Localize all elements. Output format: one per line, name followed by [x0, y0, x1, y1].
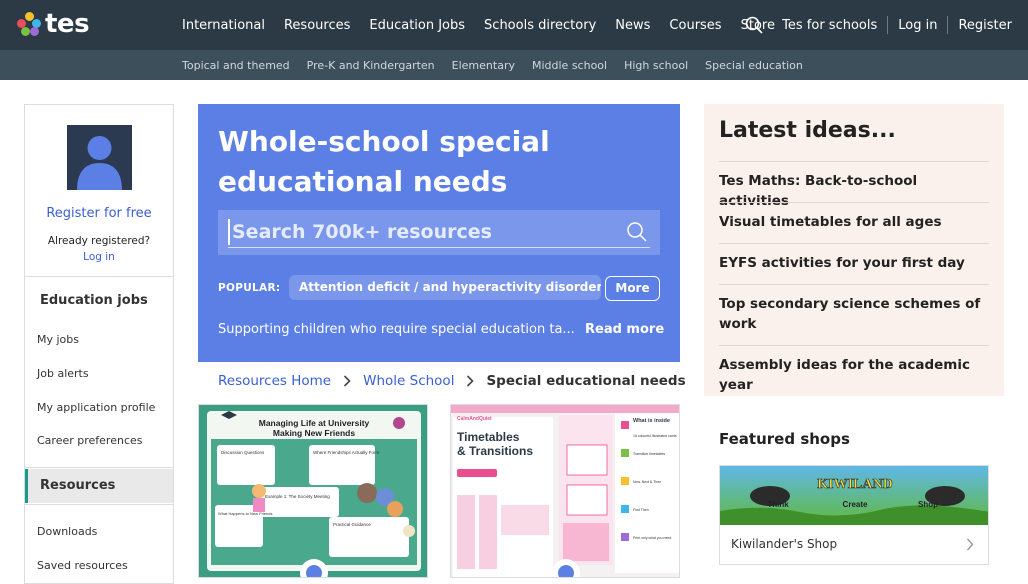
- divider: [25, 276, 173, 277]
- card-title-line1: Managing Life at University: [259, 418, 370, 428]
- register-free-link[interactable]: Register for free: [25, 206, 173, 221]
- shop-banner-word: Think: [767, 500, 789, 509]
- shop-banner-title: KIWILAND: [817, 477, 892, 492]
- idea-link[interactable]: Assembly ideas for the academic year: [719, 345, 989, 395]
- resource-card[interactable]: CalmAndQuiet Timetables & Transitions Wh…: [450, 404, 680, 578]
- nav-schools-directory[interactable]: Schools directory: [484, 18, 596, 33]
- tes-for-schools-link[interactable]: Tes for schools: [782, 18, 877, 33]
- hero-description: Supporting children who require special …: [218, 322, 575, 337]
- card-panel-label: Practical Guidance: [333, 522, 371, 527]
- sidebar-item-saved-resources[interactable]: Saved resources: [37, 559, 128, 572]
- idea-link[interactable]: EYFS activities for your first day: [719, 243, 989, 273]
- sidebar-item-downloads[interactable]: Downloads: [37, 525, 97, 538]
- logo-text: tes: [45, 9, 90, 39]
- sub-nav: Topical and themed Pre-K and Kindergarte…: [182, 50, 820, 80]
- top-header: tes International Resources Education Jo…: [0, 0, 1028, 50]
- featured-shops-title: Featured shops: [719, 430, 850, 448]
- subnav-topical[interactable]: Topical and themed: [182, 59, 290, 72]
- popular-label: POPULAR:: [218, 282, 281, 294]
- subnav-middle-school[interactable]: Middle school: [532, 59, 607, 72]
- sidebar-login-link[interactable]: Log in: [25, 251, 173, 263]
- latest-ideas-panel: Latest ideas... Tes Maths: Back-to-schoo…: [704, 104, 1004, 396]
- search-underline: [228, 247, 650, 248]
- card-panel-label: What Happens to New Friends: [218, 511, 272, 516]
- card-side-item: Print only what you need: [633, 536, 671, 540]
- resource-card[interactable]: Managing Life at University Making New F…: [198, 404, 428, 578]
- search-icon[interactable]: [626, 221, 648, 243]
- divider: [25, 467, 173, 468]
- more-tags-button[interactable]: More: [605, 276, 660, 301]
- nav-international[interactable]: International: [182, 18, 265, 33]
- card-side-item: First Then: [633, 508, 649, 512]
- sidebar-item-my-jobs[interactable]: My jobs: [37, 333, 79, 346]
- subnav-elementary[interactable]: Elementary: [452, 59, 515, 72]
- card-brand: CalmAndQuiet: [457, 416, 492, 422]
- divider: [25, 504, 173, 505]
- nav-resources[interactable]: Resources: [284, 18, 350, 33]
- idea-link[interactable]: Top secondary science schemes of work: [719, 284, 989, 334]
- sub-header: Topical and themed Pre-K and Kindergarte…: [0, 50, 1028, 80]
- tes-logo[interactable]: tes: [17, 9, 90, 39]
- featured-shop-card[interactable]: KIWILAND Think Create Shop Kiwilander's …: [719, 465, 989, 565]
- card-panel-label: Example 1: The Society Meeting: [265, 494, 330, 499]
- subnav-prek[interactable]: Pre-K and Kindergarten: [307, 59, 435, 72]
- login-link[interactable]: Log in: [898, 18, 937, 33]
- main-nav: International Resources Education Jobs S…: [182, 0, 794, 50]
- education-jobs-heading[interactable]: Education jobs: [40, 293, 148, 308]
- card-panel-label: Where Friendships Actually Form: [313, 450, 380, 455]
- shop-banner-image: KIWILAND Think Create Shop: [720, 477, 988, 525]
- nav-news[interactable]: News: [615, 18, 650, 33]
- card-panel-label: Discussion Questions: [221, 450, 265, 455]
- user-icon: [77, 136, 122, 190]
- nav-courses[interactable]: Courses: [669, 18, 721, 33]
- card-title-line1: Timetables: [457, 430, 520, 444]
- chevron-right-icon: [966, 538, 974, 551]
- breadcrumb-current: Special educational needs: [486, 373, 686, 389]
- card-side-item: Now, Next & Then: [633, 480, 661, 484]
- shop-banner-word: Create: [843, 500, 868, 509]
- hero-banner: Whole-school special educational needs r…: [198, 104, 680, 362]
- shop-banner-word: Shop: [918, 500, 938, 509]
- nav-education-jobs[interactable]: Education Jobs: [369, 18, 465, 33]
- latest-ideas-title: Latest ideas...: [719, 118, 896, 143]
- subnav-high-school[interactable]: High school: [624, 59, 688, 72]
- idea-link[interactable]: Visual timetables for all ages: [719, 202, 989, 232]
- sidebar-item-career-preferences[interactable]: Career preferences: [37, 434, 143, 447]
- account-nav: Tes for schools Log in Register: [782, 0, 1012, 50]
- sidebar-item-application-profile[interactable]: My application profile: [37, 401, 155, 414]
- chevron-right-icon: [467, 375, 475, 387]
- resource-search-box[interactable]: Search 700k+ resources: [218, 210, 660, 255]
- search-input[interactable]: Search 700k+ resources: [228, 219, 618, 245]
- breadcrumb-whole-school[interactable]: Whole School: [363, 373, 454, 389]
- popular-tag-chip[interactable]: Attention deficit / and hyperactivity di…: [289, 275, 601, 300]
- register-link[interactable]: Register: [958, 18, 1012, 33]
- chevron-right-icon: [344, 375, 351, 387]
- already-registered-text: Already registered?: [47, 235, 151, 247]
- avatar: [67, 125, 132, 190]
- shop-name: Kiwilander's Shop: [731, 537, 838, 551]
- card-title-line2: & Transitions: [457, 444, 533, 458]
- sidebar-item-resources[interactable]: Resources: [25, 469, 173, 503]
- resource-thumbnail: Managing Life at University Making New F…: [199, 405, 427, 577]
- read-more-link[interactable]: Read more: [585, 322, 664, 337]
- card-side-item: Transition timetables: [633, 452, 665, 456]
- card-side-item: 16 colourful illustrated cards: [633, 434, 677, 438]
- subnav-special-education[interactable]: Special education: [705, 59, 803, 72]
- nav-divider: [887, 16, 889, 34]
- resource-thumbnail: CalmAndQuiet Timetables & Transitions Wh…: [451, 405, 679, 577]
- left-sidebar: Register for free Already registered? Lo…: [24, 104, 174, 584]
- card-title-line2: Making New Friends: [273, 428, 355, 438]
- card-subtitle: What is inside: [633, 418, 670, 424]
- breadcrumb-resources-home[interactable]: Resources Home: [218, 373, 331, 389]
- breadcrumb: Resources Home Whole School Special educ…: [218, 373, 686, 389]
- sidebar-item-job-alerts[interactable]: Job alerts: [37, 367, 89, 380]
- shop-banner: KIWILAND Think Create Shop: [720, 466, 988, 525]
- search-icon[interactable]: [745, 16, 763, 34]
- logo-icon: [17, 12, 41, 36]
- nav-divider: [947, 16, 949, 34]
- resources-heading: Resources: [40, 478, 116, 493]
